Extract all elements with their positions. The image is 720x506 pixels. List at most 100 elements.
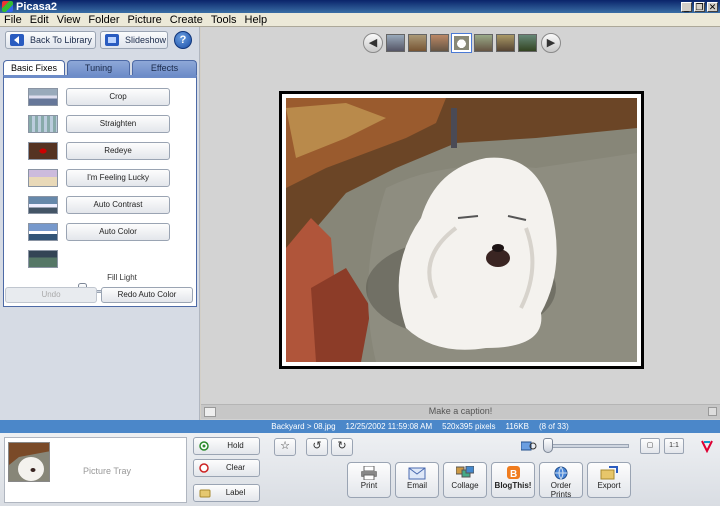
filmstrip-thumb[interactable]	[474, 34, 493, 52]
back-to-library-button[interactable]: Back To Library	[5, 31, 96, 49]
svg-text:B: B	[510, 469, 517, 480]
tab-tuning[interactable]: Tuning	[67, 60, 130, 76]
filmstrip-thumb[interactable]	[518, 34, 537, 52]
auto-color-button[interactable]: Auto Color	[66, 223, 170, 241]
filmstrip-thumb[interactable]	[496, 34, 515, 52]
menu-file[interactable]: File	[0, 14, 26, 26]
back-arrow-icon	[10, 34, 24, 46]
window-title: Picasa2	[16, 0, 57, 13]
status-size: 116KB	[505, 422, 529, 431]
rotate-left-button[interactable]: ↺	[306, 438, 328, 456]
caption-close-icon[interactable]	[708, 407, 717, 416]
menu-edit[interactable]: Edit	[26, 14, 53, 26]
globe-icon	[552, 466, 570, 480]
filmstrip: ◀ ▶	[363, 32, 561, 54]
feeling-lucky-row: I'm Feeling Lucky	[28, 169, 173, 187]
menu-view[interactable]: View	[53, 14, 85, 26]
menu-tools[interactable]: Tools	[207, 14, 241, 26]
rotate-left-icon: ↺	[312, 440, 322, 452]
filmstrip-thumb[interactable]	[430, 34, 449, 52]
tab-basic-fixes[interactable]: Basic Fixes	[3, 60, 65, 76]
auto-contrast-button[interactable]: Auto Contrast	[66, 196, 170, 214]
order-prints-button[interactable]: Order Prints	[539, 462, 583, 499]
zoom-1to1-button[interactable]: 1:1	[664, 438, 684, 454]
collage-button[interactable]: Collage	[443, 462, 487, 498]
print-label: Print	[360, 481, 378, 490]
bottom-panel: Picture Tray Hold Clear Label ☆ ↺ ↻ Prin…	[0, 433, 720, 506]
order-prints-label: Order Prints	[550, 481, 572, 499]
menu-bar: File Edit View Folder Picture Create Too…	[0, 13, 720, 27]
label-button[interactable]: Label	[193, 484, 260, 502]
filmstrip-thumb-selected[interactable]	[451, 33, 472, 53]
maximize-button[interactable]: ❐	[694, 1, 705, 13]
redeye-row: Redeye	[28, 142, 173, 160]
print-button[interactable]: Print	[347, 462, 391, 498]
collage-label: Collage	[451, 481, 479, 490]
fit-view-button[interactable]: ▢	[640, 438, 660, 454]
menu-create[interactable]: Create	[166, 14, 207, 26]
menu-folder[interactable]: Folder	[84, 14, 123, 26]
straighten-button[interactable]: Straighten	[66, 115, 170, 133]
feeling-lucky-button[interactable]: I'm Feeling Lucky	[66, 169, 170, 187]
tab-effects[interactable]: Effects	[132, 60, 197, 76]
blogthis-button[interactable]: B BlogThis!	[491, 462, 535, 498]
hold-label: Hold	[227, 441, 244, 450]
status-dimensions: 520x395 pixels	[442, 422, 496, 431]
email-label: Email	[406, 481, 427, 490]
back-to-library-label: Back To Library	[30, 35, 92, 45]
tray-thumbnail[interactable]	[8, 442, 50, 482]
hold-button[interactable]: Hold	[193, 437, 260, 455]
rotate-right-button[interactable]: ↻	[331, 438, 353, 456]
previous-photo-button[interactable]: ◀	[363, 33, 383, 53]
picture-tray: Picture Tray	[4, 437, 187, 503]
fill-light-label: Fill Light	[107, 273, 137, 282]
edit-panel: Back To Library Slideshow ? Basic Fixes …	[0, 27, 200, 420]
caption-input[interactable]: Make a caption!	[201, 406, 720, 416]
photo-frame	[279, 91, 644, 369]
filmstrip-thumb[interactable]	[386, 34, 405, 52]
clear-button[interactable]: Clear	[193, 459, 260, 477]
star-button[interactable]: ☆	[274, 438, 296, 456]
auto-color-icon	[28, 223, 58, 241]
crop-button[interactable]: Crop	[66, 88, 170, 106]
status-path: Backyard > 08.jpg	[271, 422, 336, 431]
auto-color-row: Auto Color	[28, 223, 173, 241]
fit-view-icon: ▢	[646, 442, 654, 449]
minimize-button[interactable]: _	[681, 1, 692, 13]
filmstrip-thumb[interactable]	[408, 34, 427, 52]
redeye-button[interactable]: Redeye	[66, 142, 170, 160]
help-button[interactable]: ?	[174, 31, 192, 49]
export-button[interactable]: Export	[587, 462, 631, 498]
status-bar: Backyard > 08.jpg 12/25/2002 11:59:08 AM…	[0, 420, 720, 433]
straighten-row: Straighten	[28, 115, 173, 133]
redo-button[interactable]: Redo Auto Color	[101, 287, 193, 303]
tag-icon[interactable]	[700, 439, 714, 454]
star-icon: ☆	[280, 440, 290, 452]
export-icon	[600, 466, 618, 480]
clear-label: Clear	[225, 463, 246, 472]
rotate-right-icon: ↻	[337, 440, 347, 452]
zoom-slider-track[interactable]	[543, 444, 629, 448]
crop-icon	[28, 88, 58, 106]
next-photo-button[interactable]: ▶	[541, 33, 561, 53]
menu-help[interactable]: Help	[241, 14, 272, 26]
collage-icon	[455, 465, 475, 480]
photo[interactable]	[286, 98, 637, 362]
email-button[interactable]: Email	[395, 462, 439, 498]
undo-button[interactable]: Undo	[5, 287, 97, 303]
slideshow-button[interactable]: Slideshow	[100, 31, 168, 49]
hold-icon	[199, 441, 209, 451]
status-date: 12/25/2002 11:59:08 AM	[345, 422, 433, 431]
slideshow-icon	[105, 34, 119, 46]
status-position: (8 of 33)	[538, 422, 569, 431]
fill-light-row	[28, 250, 173, 268]
basic-fixes-panel: Crop Straighten Redeye I'm Feeling Lucky…	[3, 75, 197, 307]
crop-row: Crop	[28, 88, 173, 106]
close-button[interactable]: ✕	[707, 1, 718, 13]
straighten-icon	[28, 115, 58, 133]
menu-picture[interactable]: Picture	[124, 14, 166, 26]
zoom-slider-knob[interactable]	[543, 438, 553, 453]
email-icon	[408, 466, 426, 480]
fix-tabs: Basic Fixes Tuning Effects	[3, 60, 197, 76]
picture-tray-label: Picture Tray	[82, 466, 131, 476]
